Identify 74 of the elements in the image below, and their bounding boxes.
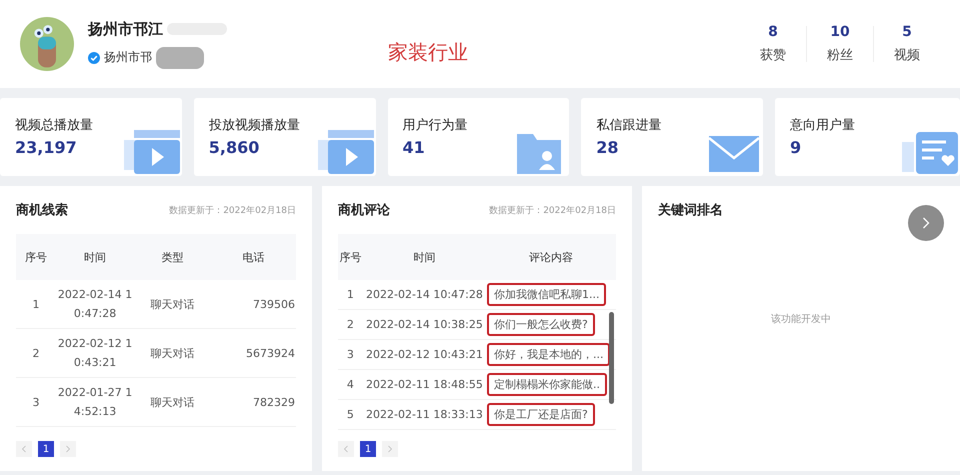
table-cell: 2022-02-11 18:33:13 (362, 400, 486, 430)
table-cell: 2 (338, 310, 363, 340)
update-time: 数据更新于：2022年02月18日 (169, 204, 296, 216)
table-cell: 2022-01-27 14:52:13 (56, 378, 134, 426)
column-header: 序号 (16, 234, 56, 280)
table-cell: 4 (338, 370, 363, 400)
previous-page-button[interactable] (338, 441, 354, 457)
next-page-button[interactable] (382, 441, 398, 457)
column-header: 评论内容 (486, 234, 616, 280)
account-name: 扬州市邗江 (88, 20, 163, 38)
stat-label: 视频 (894, 47, 920, 64)
table-cell: 聊天对话 (134, 328, 211, 378)
panel-title: 商机线索 (16, 202, 68, 219)
panel-title: 关键词排名 (658, 202, 723, 219)
column-header: 时间 (362, 234, 486, 280)
account-subtitle: 扬州市邗 (104, 49, 152, 66)
metric-value: 41 (402, 138, 425, 157)
metric-label: 投放视频播放量 (208, 117, 300, 134)
chevron-right-icon (65, 445, 71, 453)
chevron-right-icon (921, 216, 931, 230)
chevron-left-icon (343, 445, 349, 453)
metric-value: 23,197 (15, 138, 77, 157)
metric-label: 意向用户量 (790, 117, 855, 134)
metric-label: 用户行为量 (402, 117, 468, 134)
comment-text: 你加我微信吧私聊1... (486, 283, 606, 306)
redaction-mark (156, 46, 204, 68)
table-cell: 1 (338, 280, 363, 310)
chevron-right-icon (387, 445, 393, 453)
empty-state-text: 该功能开发中 (771, 312, 831, 326)
stat-label: 粉丝 (827, 47, 853, 64)
table-cell: 5673924 (210, 328, 296, 378)
stat-value: 10 (830, 24, 850, 40)
page-button[interactable]: 1 (360, 441, 376, 457)
metric-label: 视频总播放量 (15, 117, 93, 134)
table-cell: 2022-02-14 10:38:25 (362, 310, 486, 340)
scrollbar[interactable] (609, 312, 614, 404)
table-cell: 2022-02-14 10:47:28 (362, 280, 486, 310)
next-button[interactable] (908, 205, 944, 241)
next-page-button[interactable] (60, 441, 76, 457)
metric-label: 私信跟进量 (596, 117, 662, 134)
column-header: 电话 (210, 234, 296, 280)
table-cell: 5 (338, 400, 363, 430)
avatar (20, 17, 74, 71)
metric-value: 5,860 (208, 138, 260, 157)
table-cell: 739506 (210, 280, 296, 328)
column-header: 类型 (134, 234, 211, 280)
comment-text: 你们一般怎么收费? (486, 313, 595, 336)
stat-value: 5 (902, 24, 912, 40)
metric-value: 28 (596, 138, 619, 157)
column-header: 时间 (56, 234, 134, 280)
table-cell: 2022-02-12 10:43:21 (362, 340, 486, 370)
stat-label: 获赞 (760, 47, 786, 64)
table-cell: 1 (16, 280, 56, 328)
table-cell: 3 (16, 378, 56, 426)
table-cell: 2022-02-12 10:43:21 (56, 328, 134, 378)
column-header: 序号 (338, 234, 363, 280)
table-cell: 聊天对话 (134, 280, 211, 328)
update-time: 数据更新于：2022年02月18日 (489, 204, 616, 216)
table-cell: 2022-02-14 10:47:28 (56, 280, 134, 328)
previous-page-button[interactable] (16, 441, 32, 457)
panel-title: 商机评论 (338, 202, 390, 219)
table-cell: 2 (16, 328, 56, 378)
comment-text: 定制榻榻米你家能做.. (486, 373, 607, 396)
page-button[interactable]: 1 (38, 441, 54, 457)
table-cell: 782329 (210, 378, 296, 426)
stat-value: 8 (768, 24, 778, 40)
industry-label: 家装行业 (388, 38, 468, 66)
comment-text: 你好，我是本地的，... (486, 343, 610, 366)
metric-value: 9 (790, 138, 802, 157)
table-cell: 3 (338, 340, 363, 370)
table-cell: 聊天对话 (134, 378, 211, 426)
chevron-left-icon (21, 445, 27, 453)
table-cell: 2022-02-11 18:48:55 (362, 370, 486, 400)
comment-text: 你是工厂还是店面? (486, 403, 595, 426)
